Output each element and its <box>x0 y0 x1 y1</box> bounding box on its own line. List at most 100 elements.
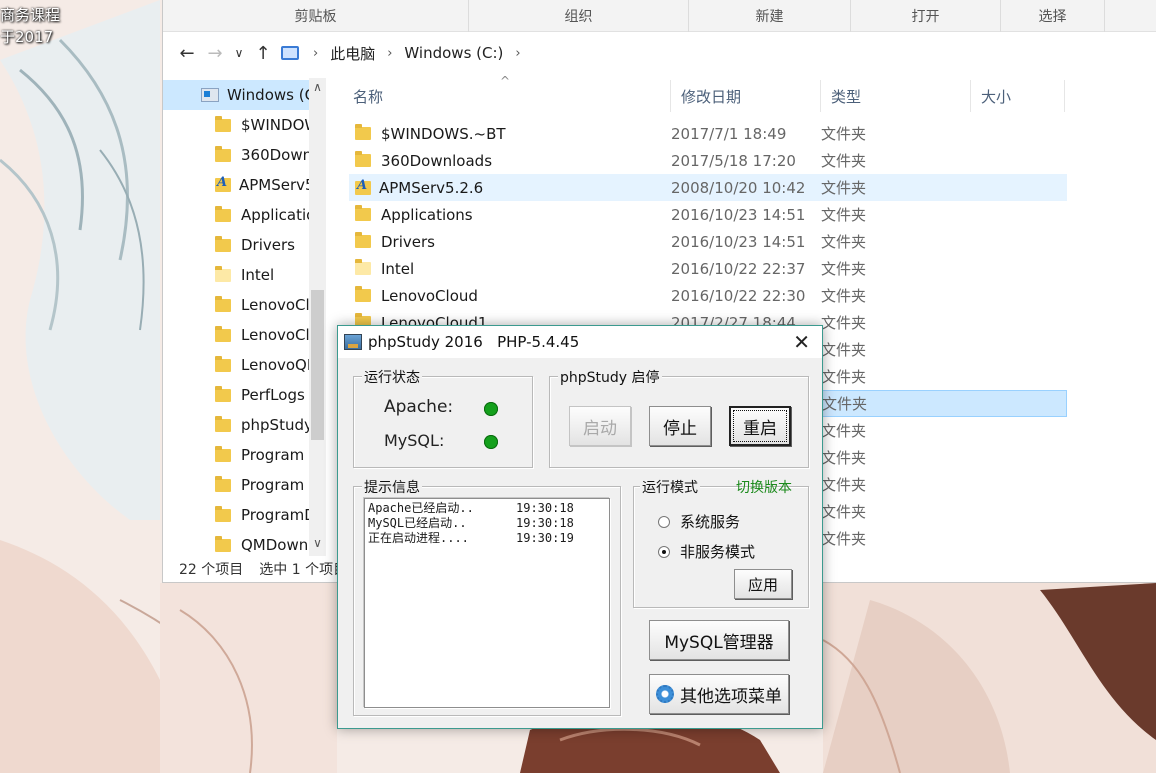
radio-non-service-mode[interactable]: 非服务模式 <box>658 541 755 562</box>
nav-item-folder[interactable]: PerfLogs <box>163 380 309 410</box>
breadcrumb-separator-icon[interactable]: › <box>515 46 520 61</box>
nav-item-folder[interactable]: Intel <box>163 260 309 290</box>
log-textarea[interactable]: Apache已经启动.. 19:30:18 MySQL已经启动.. 19:30:18… <box>364 498 610 708</box>
breadcrumb-separator-icon[interactable]: › <box>313 46 318 61</box>
file-name: Drivers <box>381 232 435 251</box>
file-type: 文件夹 <box>821 152 867 170</box>
nav-item-folder[interactable]: LenovoQM <box>163 350 309 380</box>
file-type: 文件夹 <box>821 314 867 332</box>
nav-item-folder[interactable]: ProgramData <box>163 500 309 530</box>
file-row[interactable]: Drivers 2016/10/23 14:51 文件夹 <box>349 228 1067 255</box>
ribbon-group-select[interactable]: 选择 <box>1001 0 1105 32</box>
ribbon-group-new[interactable]: 新建 <box>689 0 851 32</box>
group-title: 运行模式 <box>640 477 700 497</box>
nav-item-label: Windows (C:) <box>227 86 309 104</box>
file-row[interactable]: $WINDOWS.~BT 2017/7/1 18:49 文件夹 <box>349 120 1067 147</box>
file-type: 文件夹 <box>821 341 867 359</box>
scroll-up-icon[interactable]: ∧ <box>309 80 326 94</box>
ribbon-group-clipboard[interactable]: 剪贴板 <box>163 0 469 32</box>
radio-system-service[interactable]: 系统服务 <box>658 511 740 532</box>
folder-icon <box>355 124 371 140</box>
file-name: APMServ5.2.6 <box>379 178 484 197</box>
apmserv-folder-icon: A <box>215 175 231 192</box>
file-name: 360Downloads <box>381 151 493 170</box>
phpstudy-titlebar[interactable]: phpStudy 2016 PHP-5.4.45 ✕ <box>338 326 822 358</box>
column-header-size[interactable]: 大小 <box>971 80 1065 112</box>
log-time: 19:30:18 <box>516 516 574 530</box>
nav-item-drive-c[interactable]: Windows (C:) <box>163 80 309 110</box>
up-arrow-icon[interactable]: ↑ <box>249 43 277 64</box>
back-arrow-icon[interactable]: ← <box>173 43 201 64</box>
column-header-name[interactable]: 名称 <box>343 80 671 112</box>
file-row[interactable]: Applications 2016/10/23 14:51 文件夹 <box>349 201 1067 228</box>
address-bar: ← → ∨ ↑ › 此电脑 › Windows (C:) › <box>163 32 1156 74</box>
breadcrumb-drive-c[interactable]: Windows (C:) <box>404 44 503 62</box>
navigation-pane-scrollbar[interactable]: ∧ ∨ <box>309 78 326 556</box>
folder-icon <box>215 265 231 282</box>
folder-icon <box>215 385 231 402</box>
ribbon-group-open[interactable]: 打开 <box>851 0 1001 32</box>
start-button[interactable]: 启动 <box>569 406 631 446</box>
nav-item-folder[interactable]: Drivers <box>163 230 309 260</box>
file-type: 文件夹 <box>821 503 867 521</box>
nav-item-folder[interactable]: phpStudy <box>163 410 309 440</box>
run-status-group: 运行状态 Apache: MySQL: <box>353 367 533 468</box>
apache-label: Apache: <box>384 397 454 417</box>
file-date: 2017/5/18 17:20 <box>671 151 796 170</box>
nav-item-folder[interactable]: Program Files (x86) <box>163 470 309 500</box>
window-title: phpStudy 2016 PHP-5.4.45 <box>368 333 580 351</box>
phpstudy-window: phpStudy 2016 PHP-5.4.45 ✕ 运行状态 Apache: … <box>337 325 823 729</box>
nav-item-label: QMDownload <box>241 536 309 554</box>
file-type: 文件夹 <box>821 179 867 197</box>
nav-item-folder[interactable]: Applications <box>163 200 309 230</box>
recent-locations-chevron-icon[interactable]: ∨ <box>229 46 249 60</box>
folder-icon <box>215 235 231 252</box>
apply-button[interactable]: 应用 <box>734 569 792 599</box>
file-row[interactable]: A APMServ5.2.6 2008/10/20 10:42 文件夹 <box>349 174 1067 201</box>
nav-item-folder[interactable]: $WINDOWS.~BT <box>163 110 309 140</box>
mysql-manager-button[interactable]: MySQL管理器 <box>649 620 789 660</box>
nav-item-label: Drivers <box>241 236 295 254</box>
nav-item-label: 360Downloads <box>241 146 309 164</box>
file-name: $WINDOWS.~BT <box>381 124 506 143</box>
file-row[interactable]: Intel 2016/10/22 22:37 文件夹 <box>349 255 1067 282</box>
column-header-date[interactable]: 修改日期 <box>671 80 821 112</box>
scroll-down-icon[interactable]: ∨ <box>309 536 326 550</box>
file-name: Applications <box>381 205 473 224</box>
scrollbar-thumb[interactable] <box>311 290 324 440</box>
desktop-shortcut-label[interactable]: 商务课程 于2017 <box>0 4 60 48</box>
file-type: 文件夹 <box>821 233 867 251</box>
file-date: 2016/10/23 14:51 <box>671 232 806 251</box>
stop-button[interactable]: 停止 <box>649 406 711 446</box>
nav-item-label: Program Files (x86) <box>241 476 309 494</box>
switch-version-link[interactable]: 切换版本 <box>736 477 792 497</box>
nav-item-folder[interactable]: Program Files <box>163 440 309 470</box>
nav-item-folder[interactable]: LenovoCloud1 <box>163 320 309 350</box>
file-row[interactable]: 360Downloads 2017/5/18 17:20 文件夹 <box>349 147 1067 174</box>
ribbon-group-organize[interactable]: 组织 <box>469 0 689 32</box>
forward-arrow-icon[interactable]: → <box>201 43 229 64</box>
this-pc-icon <box>281 46 299 60</box>
restart-button[interactable]: 重启 <box>729 406 791 446</box>
nav-item-folder[interactable]: LenovoCloud <box>163 290 309 320</box>
group-title: 提示信息 <box>362 477 422 497</box>
file-type: 文件夹 <box>822 395 868 413</box>
nav-item-folder[interactable]: A APMServ5.2.6 <box>163 170 309 200</box>
column-header-row: 名称 修改日期 类型 大小 <box>343 80 1065 112</box>
nav-item-label: LenovoCloud1 <box>241 326 309 344</box>
column-header-type[interactable]: 类型 <box>821 80 971 112</box>
nav-item-label: Applications <box>241 206 309 224</box>
file-name: LenovoCloud <box>381 286 478 305</box>
other-options-menu-button[interactable]: 其他选项菜单 <box>649 674 789 714</box>
breadcrumb: › 此电脑 › Windows (C:) › <box>307 43 527 64</box>
file-row[interactable]: LenovoCloud 2016/10/22 22:30 文件夹 <box>349 282 1067 309</box>
breadcrumb-separator-icon[interactable]: › <box>387 46 392 61</box>
file-type: 文件夹 <box>821 287 867 305</box>
breadcrumb-this-pc[interactable]: 此电脑 <box>330 43 375 64</box>
nav-item-folder[interactable]: 360Downloads <box>163 140 309 170</box>
file-type: 文件夹 <box>821 476 867 494</box>
file-date: 2016/10/22 22:30 <box>671 286 806 305</box>
close-icon[interactable]: ✕ <box>793 330 810 354</box>
nav-item-folder[interactable]: QMDownload <box>163 530 309 556</box>
ribbon: 剪贴板 组织 新建 打开 选择 <box>163 0 1156 32</box>
